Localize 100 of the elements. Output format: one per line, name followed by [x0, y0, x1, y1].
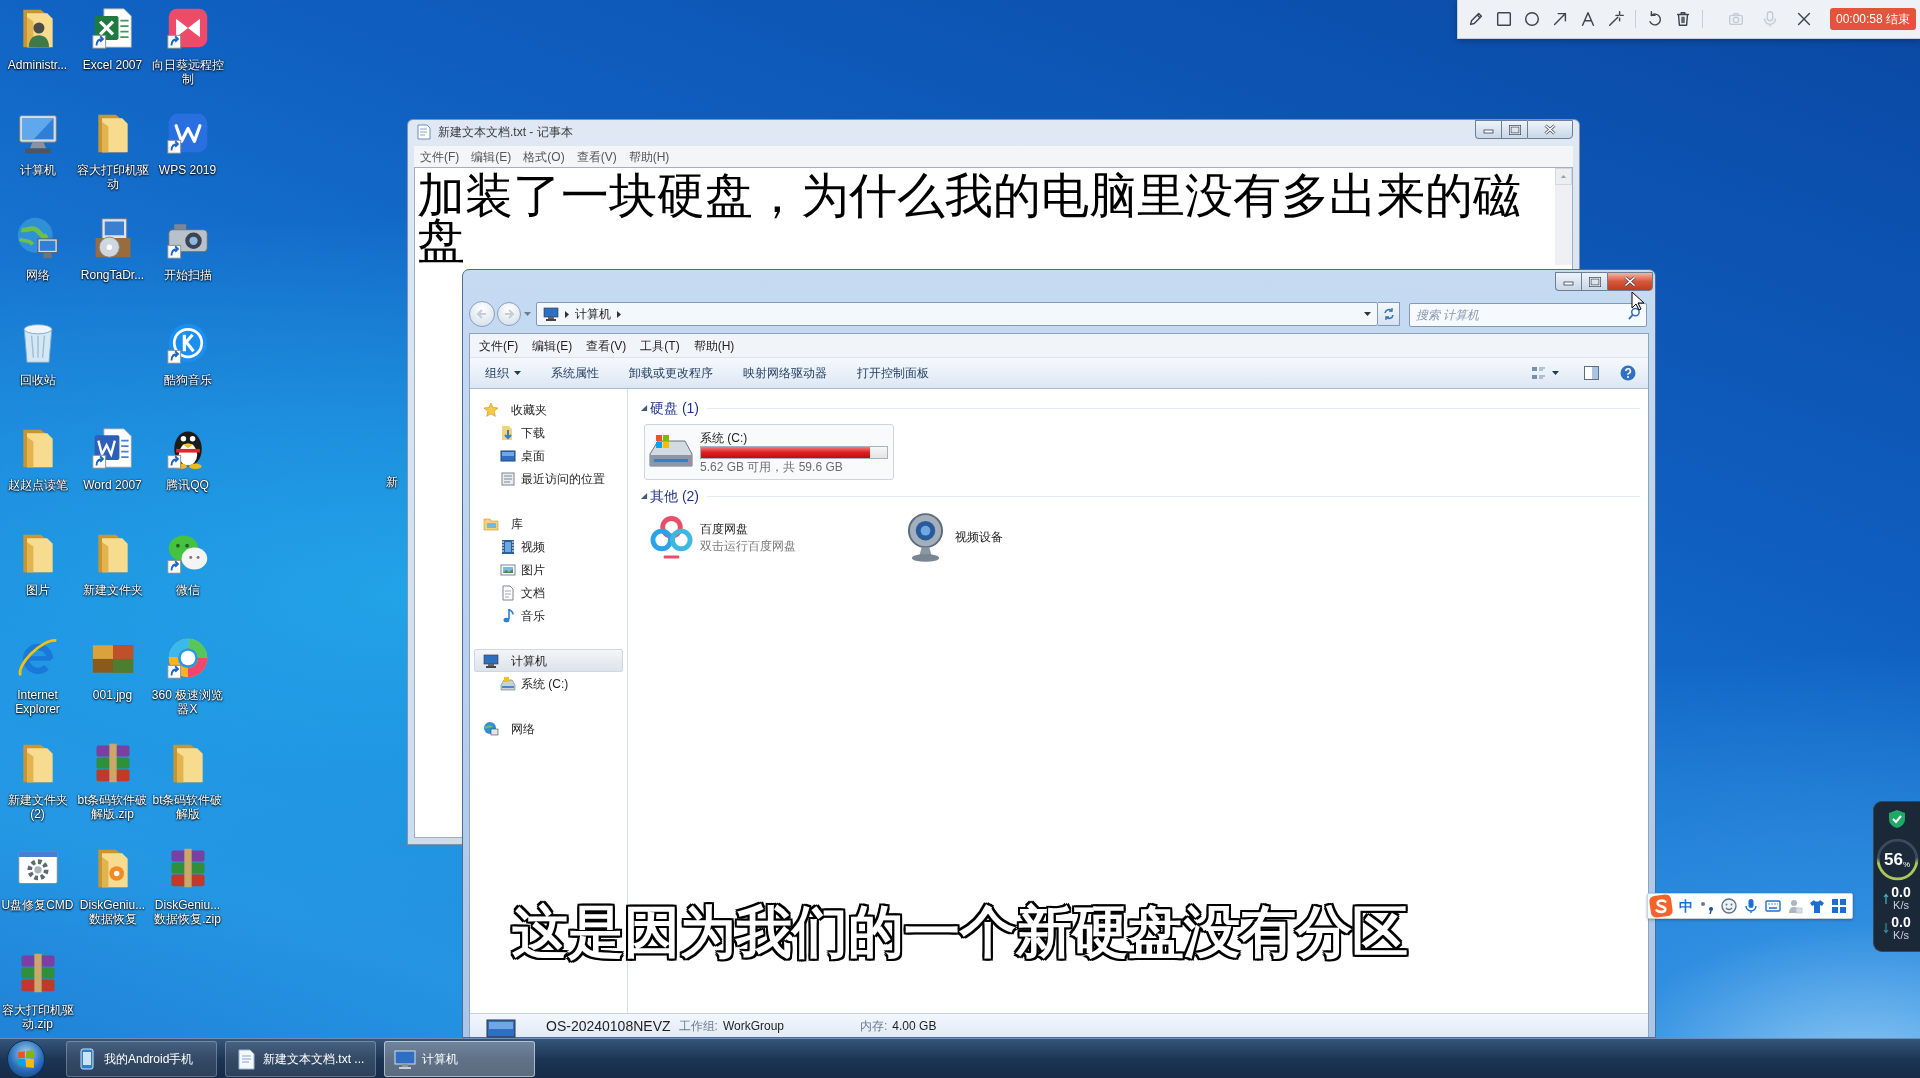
refresh-button[interactable] — [1378, 302, 1400, 326]
desktop-item[interactable]: 开始扫描 — [150, 214, 225, 282]
shield-check-icon[interactable] — [1887, 809, 1907, 829]
logo-icon[interactable] — [1649, 894, 1673, 918]
field-label: 内存: — [860, 1017, 888, 1034]
rate-value: 0.0 — [1891, 915, 1911, 929]
minimize-button[interactable] — [1555, 272, 1581, 291]
menu-item[interactable]: 查看(V) — [579, 337, 634, 354]
close-icon[interactable] — [1795, 10, 1813, 28]
toolbar-button[interactable]: 卸载或更改程序 — [614, 358, 728, 388]
input-mode-toggle[interactable]: 中 — [1679, 897, 1693, 915]
desktop-item[interactable]: Administr... — [0, 4, 75, 72]
drive-tile[interactable]: 系统 (C:) 5.62 GB 可用，共 59.6 GB — [644, 424, 894, 480]
desktop-item[interactable]: WPS 2019 — [150, 109, 225, 177]
computer-name: OS-20240108NEVZ — [546, 1016, 671, 1035]
circle-icon[interactable] — [1523, 10, 1541, 28]
menu-item[interactable]: 工具(T) — [633, 337, 687, 354]
chevron-right-icon[interactable] — [565, 310, 569, 318]
menu-item[interactable]: 文件(F) — [414, 148, 466, 165]
nav-item[interactable]: 网络 — [474, 717, 623, 740]
app-tile[interactable]: 百度网盘 双击运行百度网盘 — [644, 512, 894, 563]
desktop-item-label: 新 — [386, 475, 398, 489]
menu-item[interactable]: 格式(O) — [517, 148, 571, 165]
start-button[interactable] — [7, 1039, 45, 1078]
menu-item[interactable]: 帮助(H) — [686, 337, 742, 354]
close-button[interactable] — [1607, 272, 1653, 291]
desktop-item[interactable]: RongTaDr... — [75, 214, 150, 282]
arrow-icon[interactable] — [1551, 10, 1569, 28]
nav-item[interactable]: 音乐 — [474, 604, 623, 627]
desktop-item[interactable]: 容大打印机驱动 — [75, 109, 150, 191]
maximize-button[interactable] — [1501, 120, 1527, 139]
item-description: 双击运行百度网盘 — [700, 537, 796, 555]
toolbar-button[interactable]: 组织 — [470, 358, 536, 388]
taskbar-button[interactable]: 新建文本文档.txt ... — [225, 1040, 376, 1077]
close-icon — [1624, 276, 1636, 287]
item-name: 视频设备 — [955, 529, 1003, 546]
desktop-item[interactable]: 容大打印机驱动.zip — [0, 949, 75, 1031]
rectangle-icon[interactable] — [1495, 10, 1513, 28]
desktop-item[interactable]: 回收站 — [0, 319, 75, 387]
stop-recording-button[interactable]: 00:00:58 结束 — [1829, 8, 1916, 30]
expanded-triangle-icon[interactable] — [640, 404, 648, 412]
text-tool-icon[interactable] — [1579, 10, 1597, 28]
rate-value: 0.0 — [1891, 885, 1911, 899]
nav-item[interactable]: 最近访问的位置 — [474, 467, 623, 490]
device-tile[interactable]: 视频设备 — [901, 512, 1151, 563]
nav-item[interactable]: 计算机 — [474, 649, 623, 672]
chevron-right-icon[interactable] — [617, 310, 621, 318]
grid-icon[interactable] — [1831, 898, 1847, 914]
search-icon[interactable] — [1628, 307, 1641, 320]
menu-item[interactable]: 编辑(E) — [525, 337, 580, 354]
maximize-icon — [1508, 124, 1521, 135]
magic-wand-icon[interactable] — [1607, 10, 1625, 28]
webcam-icon — [907, 512, 944, 563]
toolbar-button[interactable]: 系统属性 — [536, 358, 614, 388]
menu-item[interactable]: 帮助(H) — [622, 148, 676, 165]
globe-icon — [483, 720, 499, 737]
desktop-item[interactable]: 向日葵远程控制 — [150, 4, 225, 86]
desktop-item[interactable]: 计算机 — [0, 109, 75, 177]
nav-item[interactable]: 图片 — [474, 558, 623, 581]
nav-item[interactable]: 下载 — [474, 421, 623, 444]
notepad-icon — [416, 124, 432, 140]
computer-icon — [394, 1047, 416, 1070]
address-field[interactable]: 计算机 — [536, 302, 1378, 326]
trash-icon[interactable] — [1674, 10, 1692, 28]
desktop-item[interactable]: 酷狗音乐 — [150, 319, 225, 387]
desktop-item[interactable]: Excel 2007 — [75, 4, 150, 72]
minimize-button[interactable] — [1475, 120, 1501, 139]
rate-unit: K/s — [1893, 929, 1909, 941]
desktop-item[interactable]: 网络 — [0, 214, 75, 282]
toolbar-button[interactable]: 映射网络驱动器 — [728, 358, 842, 388]
menu-item[interactable]: 编辑(E) — [465, 148, 518, 165]
search-field[interactable]: 搜索 计算机 — [1409, 303, 1647, 327]
nav-item[interactable]: 系统 (C:) — [474, 672, 623, 695]
preview-pane-icon — [1584, 366, 1599, 380]
close-button[interactable] — [1527, 120, 1573, 139]
toolbar-button[interactable]: 打开控制面板 — [842, 358, 944, 388]
menu-item[interactable]: 查看(V) — [570, 148, 623, 165]
video-subtitle: 这是因为我们的一个新硬盘没有分区 — [512, 899, 1408, 965]
computer-icon — [543, 306, 559, 322]
smiley-icon[interactable] — [1721, 898, 1737, 914]
pencil-icon[interactable] — [1467, 10, 1485, 28]
nav-item[interactable]: 桌面 — [474, 444, 623, 467]
shirt-icon[interactable] — [1809, 898, 1825, 914]
caret-down-icon[interactable] — [1364, 312, 1371, 316]
nav-item[interactable]: 收藏夹 — [474, 398, 623, 421]
breadcrumb-item[interactable]: 计算机 — [575, 306, 611, 322]
menu-item[interactable]: 文件(F) — [472, 337, 526, 354]
keyboard-icon[interactable] — [1765, 898, 1781, 914]
computer-icon — [483, 652, 499, 669]
expanded-triangle-icon[interactable] — [640, 492, 648, 500]
nav-item[interactable]: 视频 — [474, 535, 623, 558]
undo-icon[interactable] — [1646, 10, 1664, 28]
cloud-rings-icon — [650, 514, 693, 561]
microphone-icon[interactable] — [1743, 898, 1759, 914]
left-arrow-icon — [476, 308, 488, 320]
taskbar-button[interactable]: 我的Android手机 — [66, 1040, 217, 1077]
nav-item[interactable]: 库 — [474, 512, 623, 535]
taskbar-button[interactable]: 计算机 — [384, 1040, 535, 1077]
maximize-button[interactable] — [1581, 272, 1607, 291]
nav-item[interactable]: 文档 — [474, 581, 623, 604]
